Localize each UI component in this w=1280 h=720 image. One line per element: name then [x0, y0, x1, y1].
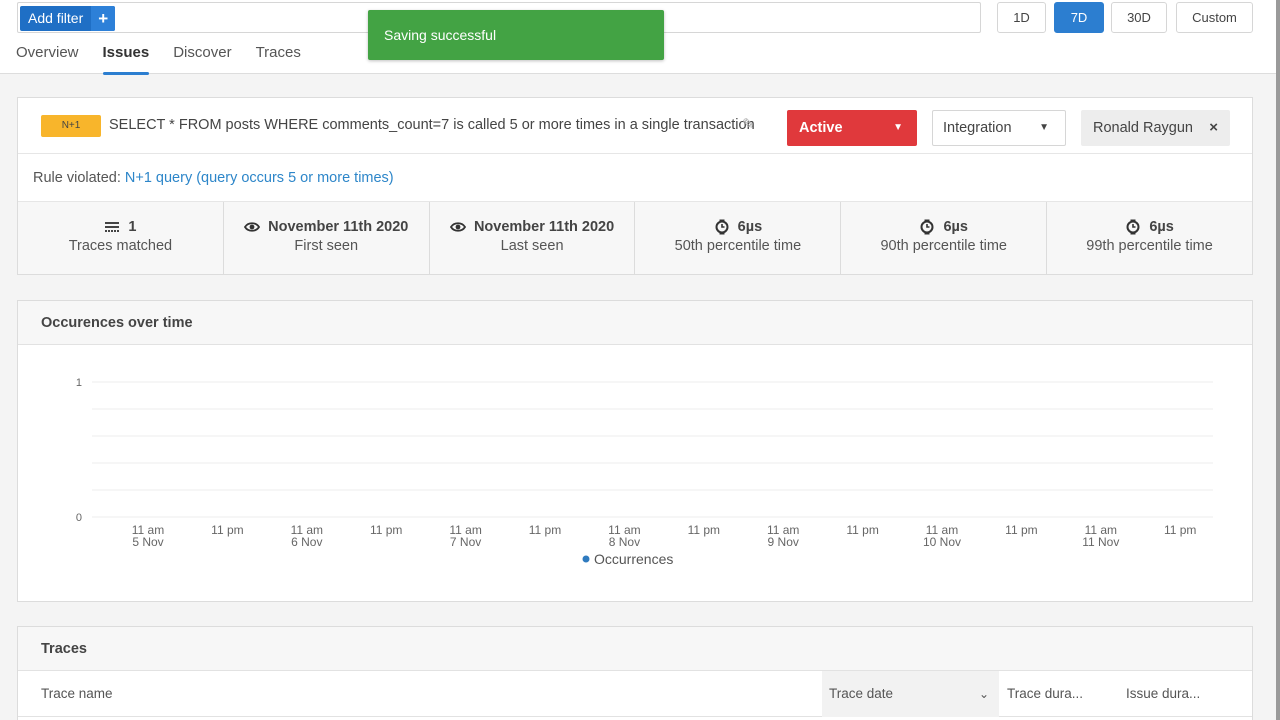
- traces-title: Traces: [18, 627, 1252, 671]
- stat-p90: 6µs 90th percentile time: [841, 202, 1048, 274]
- stat-value: 1: [128, 219, 137, 235]
- x-tick-date-label: 11 Nov: [1082, 535, 1119, 549]
- occurrences-chart-card: Occurences over time 0 1 11 am 5 Nov 11 pm 11…: [17, 300, 1253, 602]
- stat-value: November 11th 2020: [473, 219, 615, 235]
- issue-card: N+1 SELECT * FROM posts WHERE comments_c…: [17, 97, 1253, 275]
- x-tick-label: 11 pm: [370, 523, 402, 537]
- column-trace-date[interactable]: Trace date ⌄: [822, 671, 999, 717]
- scrollbar[interactable]: [1276, 0, 1280, 720]
- x-tick-date-label: 6 Nov: [291, 535, 322, 549]
- range-7d-button[interactable]: 7D: [1054, 2, 1104, 33]
- stat-value: 6µs: [1149, 219, 1174, 235]
- range-custom-button[interactable]: Custom: [1176, 2, 1253, 33]
- traces-icon: [105, 222, 120, 232]
- column-trace-name[interactable]: Trace name: [41, 671, 113, 717]
- pencil-icon[interactable]: ✎: [742, 115, 755, 133]
- chart-title: Occurences over time: [18, 301, 1252, 345]
- environment-dropdown[interactable]: Integration ▼: [932, 110, 1066, 146]
- x-tick-label: 11 pm: [846, 523, 878, 537]
- tab-issues[interactable]: Issues: [102, 44, 149, 75]
- assignee-name: Ronald Raygun: [1093, 120, 1193, 136]
- issue-header: N+1 SELECT * FROM posts WHERE comments_c…: [18, 98, 1252, 154]
- clock-icon: [715, 219, 729, 235]
- clock-icon: [1126, 219, 1140, 235]
- close-icon[interactable]: ×: [1209, 110, 1218, 146]
- x-tick-date-label: 8 Nov: [609, 535, 640, 549]
- column-label: Trace date: [829, 686, 894, 701]
- x-tick-label: 11 pm: [1164, 523, 1196, 537]
- column-trace-duration[interactable]: Trace dura...: [1007, 671, 1083, 717]
- stat-label: Traces matched: [68, 238, 173, 254]
- stat-value: 6µs: [943, 219, 968, 235]
- range-30d-button[interactable]: 30D: [1111, 2, 1167, 33]
- chevron-down-icon: ⌄: [978, 687, 989, 701]
- occurrences-chart: 0111 am5 Nov11 pm 11 am6 Nov11 pm 11 am7 N…: [76, 377, 1213, 567]
- environment-value: Integration: [943, 120, 1012, 136]
- stat-p99: 6µs 99th percentile time: [1047, 202, 1252, 274]
- status-dropdown[interactable]: Active ▼: [787, 110, 917, 146]
- x-tick-date-label: 10 Nov: [923, 535, 961, 549]
- caret-down-icon: ▼: [893, 122, 903, 133]
- stat-label: 50th percentile time: [674, 238, 802, 254]
- rule-violated: Rule violated: N+1 query (query occurs 5…: [18, 154, 1252, 202]
- x-tick-date-label: 7 Nov: [450, 535, 481, 549]
- tab-overview[interactable]: Overview: [16, 44, 79, 67]
- traces-card: Traces Trace name Trace date ⌄ Trace dur…: [17, 626, 1253, 720]
- tab-discover[interactable]: Discover: [173, 44, 231, 67]
- caret-down-icon: ▼: [1039, 122, 1049, 133]
- x-tick-label: 11 pm: [211, 523, 243, 537]
- stat-value: 6µs: [737, 219, 763, 235]
- status-value: Active: [799, 120, 843, 136]
- rule-label: Rule violated:: [33, 170, 121, 186]
- stat-value: November 11th 2020: [268, 219, 409, 235]
- stat-p50: 6µs 50th percentile time: [635, 202, 842, 274]
- x-tick-label: 11 pm: [529, 523, 561, 537]
- range-1d-button[interactable]: 1D: [997, 2, 1046, 33]
- add-filter-button[interactable]: Add filter +: [20, 6, 116, 31]
- tab-traces[interactable]: Traces: [256, 44, 301, 67]
- assignee-chip: Ronald Raygun ×: [1081, 110, 1230, 146]
- legend-marker: [582, 555, 590, 563]
- stat-traces-matched: 1 Traces matched: [18, 202, 224, 274]
- nav-tabs: Overview Issues Discover Traces: [16, 44, 301, 75]
- stat-last-seen: November 11th 2020 Last seen: [430, 202, 636, 274]
- stat-label: Last seen: [500, 238, 564, 254]
- y-tick-label: 0: [76, 512, 82, 524]
- eye-icon: [449, 222, 466, 232]
- x-tick-date-label: 5 Nov: [132, 535, 163, 549]
- add-filter-label: Add filter: [28, 10, 84, 26]
- y-tick-label: 1: [76, 377, 82, 389]
- stat-label: First seen: [294, 238, 359, 254]
- rule-link[interactable]: N+1 query (query occurs 5 or more times): [125, 170, 394, 186]
- issue-stats: 1 Traces matched November 11th 2020 Firs…: [18, 202, 1252, 274]
- x-tick-date-label: 9 Nov: [768, 535, 799, 549]
- traces-table-header: Trace name Trace date ⌄ Trace dura... Is…: [18, 671, 1252, 717]
- plus-icon: +: [91, 6, 116, 31]
- column-issue-duration[interactable]: Issue dura...: [1126, 671, 1200, 717]
- x-tick-label: 11 pm: [1005, 523, 1037, 537]
- issue-title: SELECT * FROM posts WHERE comments_count…: [109, 117, 755, 133]
- stat-label: 90th percentile time: [880, 238, 1007, 254]
- clock-icon: [920, 219, 934, 235]
- stat-label: 99th percentile time: [1086, 238, 1213, 254]
- legend-label: Occurrences: [594, 551, 673, 567]
- stat-first-seen: November 11th 2020 First seen: [224, 202, 430, 274]
- success-toast: Saving successful: [368, 10, 664, 60]
- x-tick-label: 11 pm: [688, 523, 720, 537]
- issue-type-badge: N+1: [41, 115, 101, 137]
- eye-icon: [244, 222, 261, 232]
